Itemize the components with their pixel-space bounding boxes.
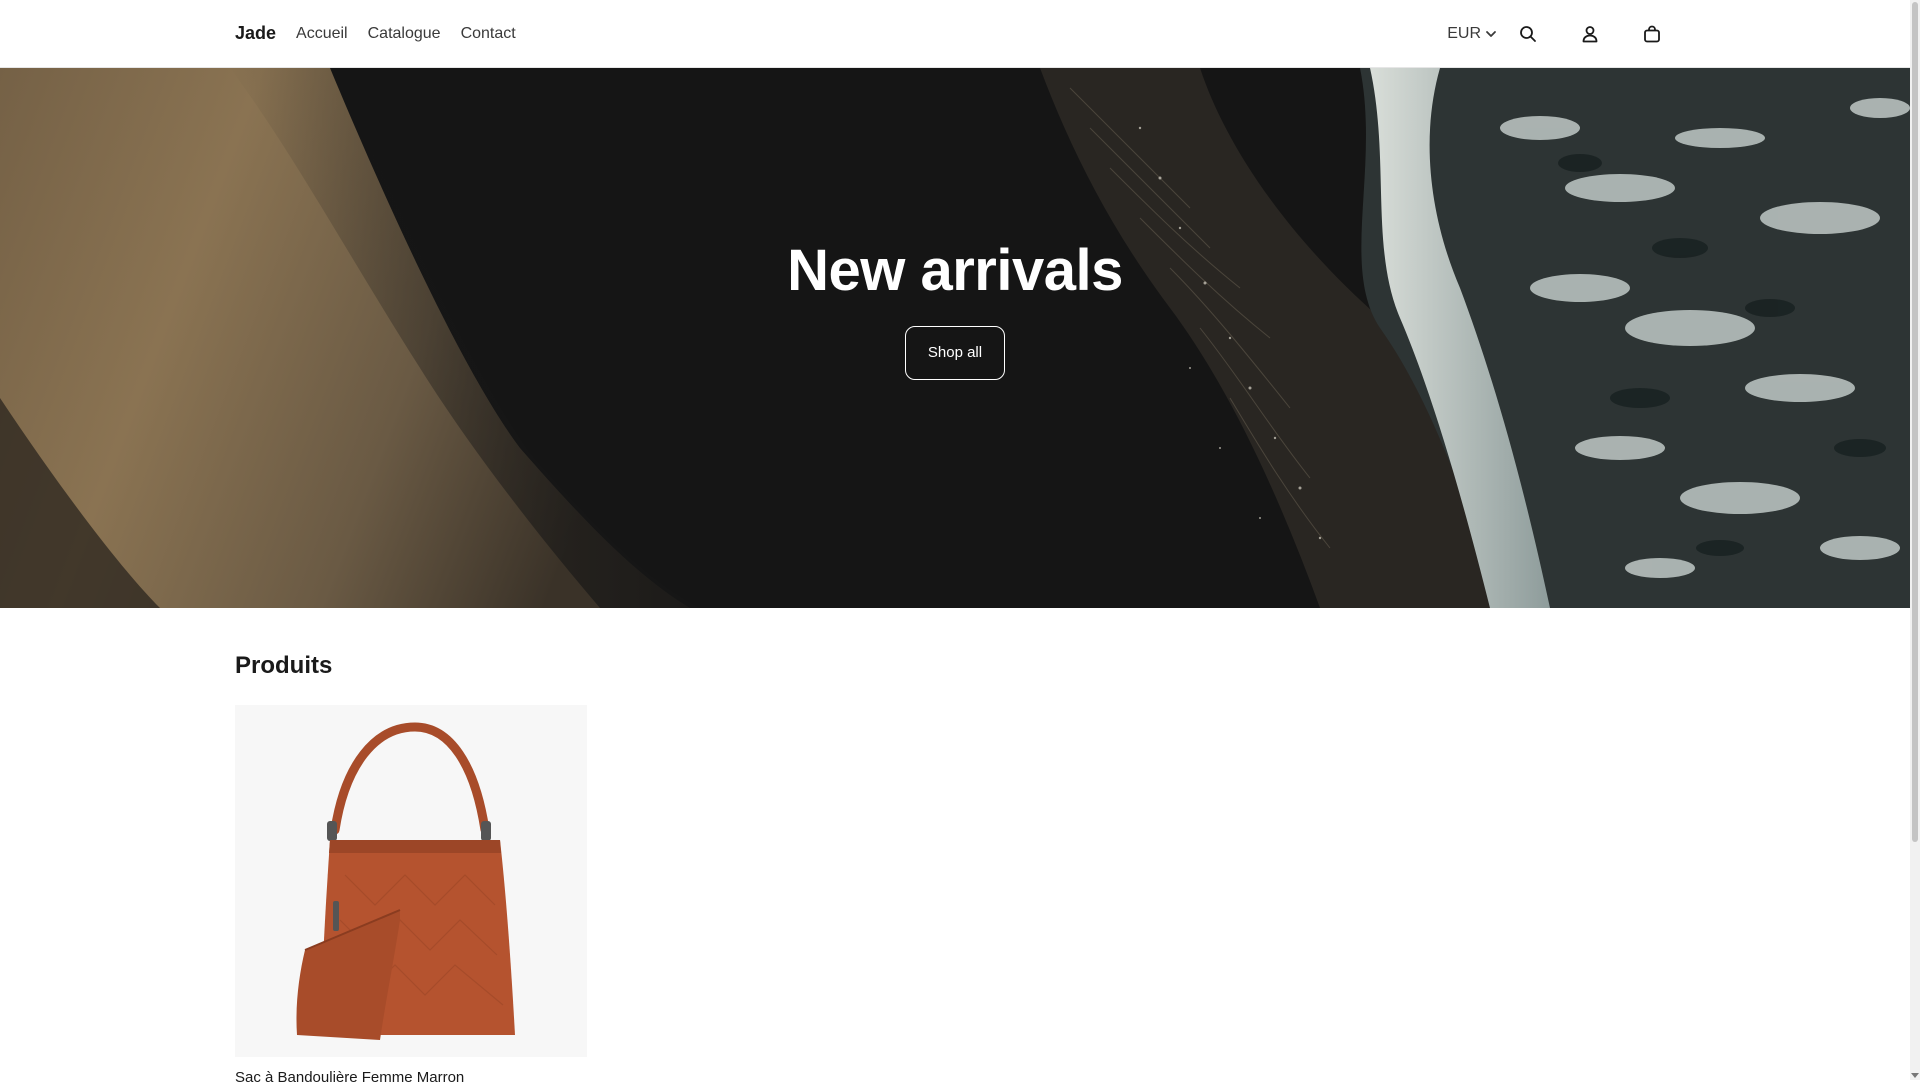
shop-all-button[interactable]: Shop all	[904, 325, 1006, 380]
main-nav: Jade Accueil Catalogue Contact	[235, 0, 516, 67]
hero-content: New arrivals Shop all	[0, 68, 1910, 608]
nav-link-catalogue[interactable]: Catalogue	[368, 25, 441, 43]
cart-icon[interactable]	[1641, 23, 1663, 45]
brand-logo[interactable]: Jade	[235, 23, 276, 44]
hero-banner: New arrivals Shop all	[0, 68, 1910, 608]
products-section-title: Produits	[235, 652, 333, 679]
site-header: Jade Accueil Catalogue Contact EUR	[0, 0, 1910, 68]
hero-title: New arrivals	[787, 237, 1123, 303]
header-actions: EUR	[1447, 0, 1663, 67]
chevron-down-icon	[1485, 28, 1497, 40]
product-card[interactable]: Sac à Bandoulière Femme Marron	[235, 705, 587, 1086]
scroll-thumb[interactable]	[1912, 2, 1918, 842]
scroll-down-arrow-icon[interactable]	[1911, 1073, 1919, 1078]
account-icon[interactable]	[1579, 23, 1601, 45]
currency-selector[interactable]: EUR	[1447, 25, 1497, 43]
nav-link-contact[interactable]: Contact	[461, 25, 516, 43]
product-name[interactable]: Sac à Bandoulière Femme Marron	[235, 1069, 587, 1086]
nav-link-accueil[interactable]: Accueil	[296, 25, 348, 43]
bag-image	[296, 722, 515, 1040]
page-scrollbar[interactable]	[1910, 0, 1920, 1080]
currency-label: EUR	[1447, 24, 1481, 42]
search-icon[interactable]	[1517, 23, 1539, 45]
product-image[interactable]	[235, 705, 587, 1057]
